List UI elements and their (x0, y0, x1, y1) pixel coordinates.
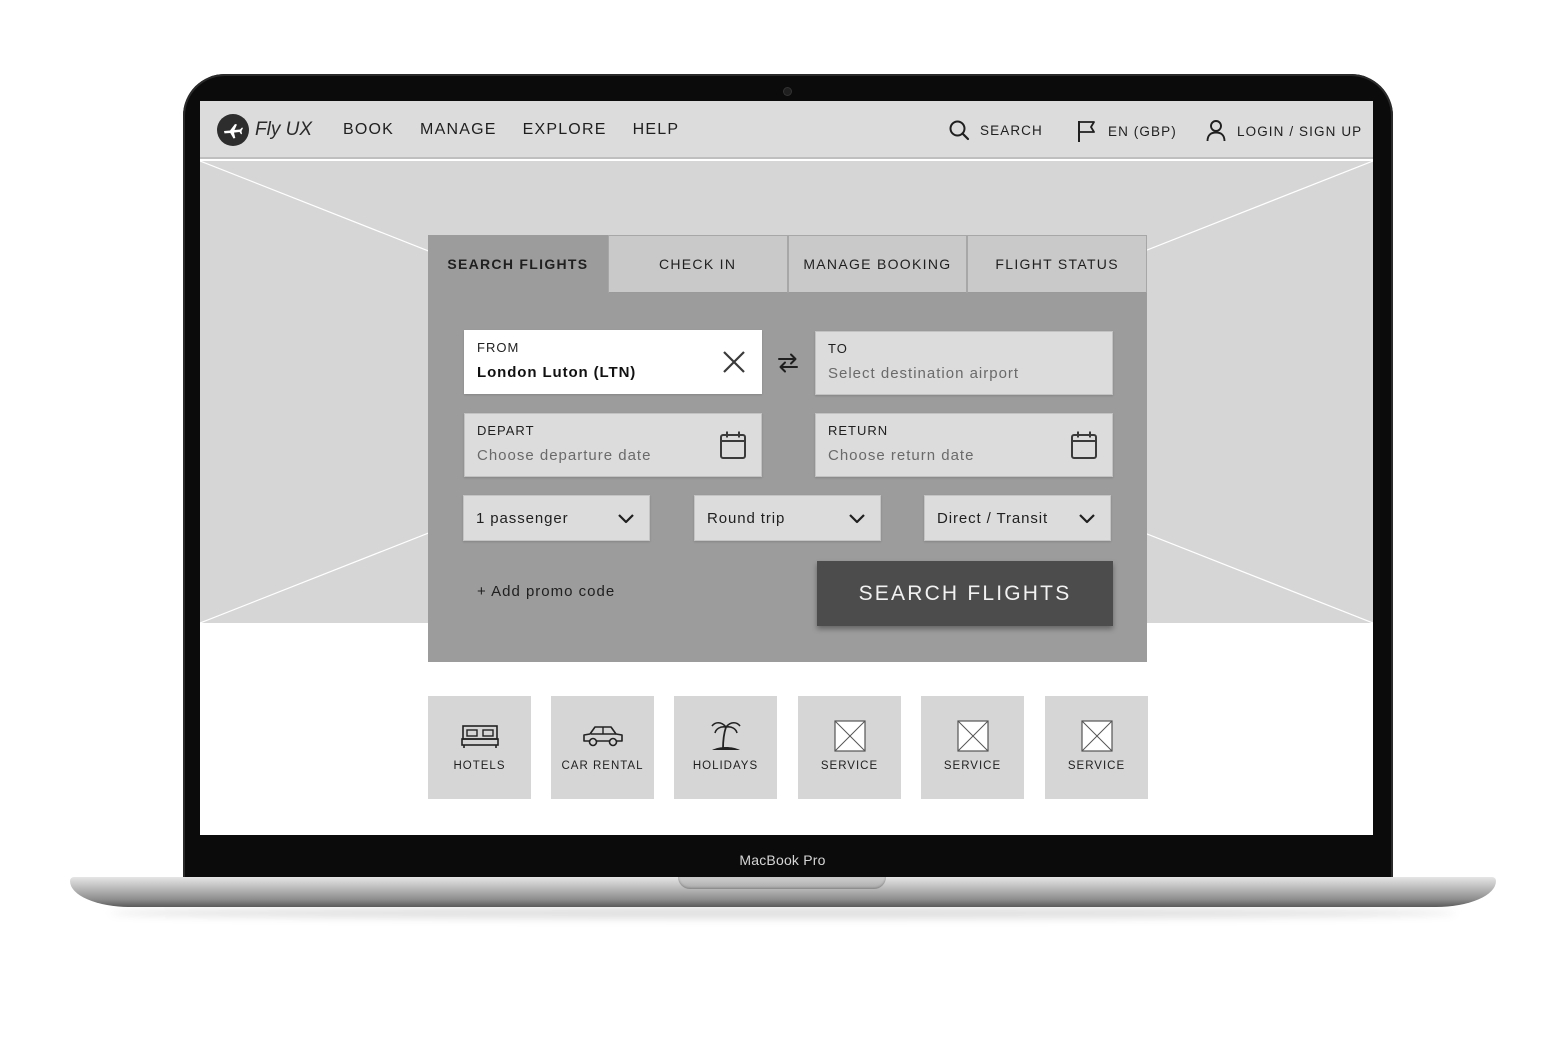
depart-field[interactable]: DEPART Choose departure date (464, 413, 762, 477)
return-field[interactable]: RETURN Choose return date (815, 413, 1113, 477)
bed-icon (460, 725, 499, 748)
service-car-rental[interactable]: CAR RENTAL (551, 696, 654, 799)
image-placeholder-icon (833, 720, 866, 752)
to-field[interactable]: TO Select destination airport (815, 331, 1113, 395)
chevron-down-icon (1079, 514, 1095, 524)
user-icon (1206, 120, 1226, 142)
header-search[interactable]: SEARCH (948, 119, 1043, 141)
laptop-shadow (110, 907, 1456, 919)
service-tiles: HOTELS CAR RENTAL HOLIDAYS SERVICE SERVI… (428, 696, 1148, 799)
trip-type-value: Round trip (707, 509, 786, 527)
to-label: TO (828, 341, 848, 356)
calendar-icon[interactable] (1070, 430, 1098, 460)
palm-tree-icon (710, 721, 741, 750)
depart-placeholder: Choose departure date (477, 447, 652, 464)
chevron-down-icon (849, 514, 865, 524)
header-search-label: SEARCH (980, 122, 1043, 138)
tab-search-flights[interactable]: SEARCH FLIGHTS (428, 235, 608, 293)
chevron-down-icon (618, 514, 634, 524)
plane-logo-icon (217, 114, 249, 146)
service-label: SERVICE (820, 760, 879, 772)
camera (784, 88, 791, 95)
booking-tabs: SEARCH FLIGHTS CHECK IN MANAGE BOOKING F… (428, 235, 1147, 293)
laptop-notch (678, 877, 886, 889)
return-placeholder: Choose return date (828, 447, 975, 464)
from-field[interactable]: FROM London Luton (LTN) (464, 330, 762, 394)
service-label: HOLIDAYS (692, 760, 759, 772)
calendar-icon[interactable] (719, 430, 747, 460)
nav-manage[interactable]: MANAGE (420, 121, 497, 139)
from-label: FROM (477, 340, 520, 355)
language-selector[interactable]: EN (GBP) (1076, 119, 1177, 143)
clear-icon[interactable] (721, 349, 747, 375)
site-header: Fly UX BOOK MANAGE EXPLORE HELP SEARCH E… (200, 101, 1373, 159)
connection-select[interactable]: Direct / Transit (924, 495, 1111, 541)
login-label: LOGIN / SIGN UP (1237, 123, 1363, 139)
service-label: SERVICE (1067, 760, 1126, 772)
service-label: CAR RENTAL (561, 760, 644, 772)
logo[interactable]: Fly UX (217, 114, 312, 146)
device-label: MacBook Pro (739, 852, 826, 868)
search-flights-button[interactable]: SEARCH FLIGHTS (817, 561, 1113, 626)
add-promo-code-link[interactable]: + Add promo code (477, 583, 615, 600)
service-item[interactable]: SERVICE (921, 696, 1024, 799)
flag-icon (1078, 121, 1095, 142)
service-label: HOTELS (453, 760, 506, 772)
return-label: RETURN (828, 423, 889, 438)
depart-label: DEPART (477, 423, 535, 438)
tab-manage-booking[interactable]: MANAGE BOOKING (787, 235, 968, 293)
swap-icon[interactable] (775, 350, 801, 376)
nav-help[interactable]: HELP (633, 121, 680, 139)
service-item[interactable]: SERVICE (1045, 696, 1148, 799)
nav-book[interactable]: BOOK (343, 121, 394, 139)
service-hotels[interactable]: HOTELS (428, 696, 531, 799)
nav-explore[interactable]: EXPLORE (523, 121, 607, 139)
from-value: London Luton (LTN) (477, 364, 637, 381)
connection-value: Direct / Transit (937, 509, 1049, 527)
flight-booking-widget: SEARCH FLIGHTS CHECK IN MANAGE BOOKING F… (428, 235, 1147, 662)
service-holidays[interactable]: HOLIDAYS (674, 696, 777, 799)
screen: Fly UX BOOK MANAGE EXPLORE HELP SEARCH E… (200, 101, 1373, 835)
logo-text: Fly UX (255, 119, 312, 140)
car-icon (582, 726, 623, 747)
passenger-value: 1 passenger (476, 509, 569, 527)
passenger-select[interactable]: 1 passenger (463, 495, 650, 541)
tab-flight-status[interactable]: FLIGHT STATUS (967, 235, 1147, 293)
tab-check-in[interactable]: CHECK IN (607, 235, 788, 293)
main-nav: BOOK MANAGE EXPLORE HELP (343, 121, 679, 139)
to-placeholder: Select destination airport (828, 365, 1020, 382)
service-item[interactable]: SERVICE (798, 696, 901, 799)
search-icon (949, 120, 970, 141)
login-signup[interactable]: LOGIN / SIGN UP (1205, 119, 1362, 143)
language-label: EN (GBP) (1108, 123, 1177, 139)
image-placeholder-icon (1080, 720, 1113, 752)
service-label: SERVICE (943, 760, 1002, 772)
trip-type-select[interactable]: Round trip (694, 495, 881, 541)
image-placeholder-icon (956, 720, 989, 752)
